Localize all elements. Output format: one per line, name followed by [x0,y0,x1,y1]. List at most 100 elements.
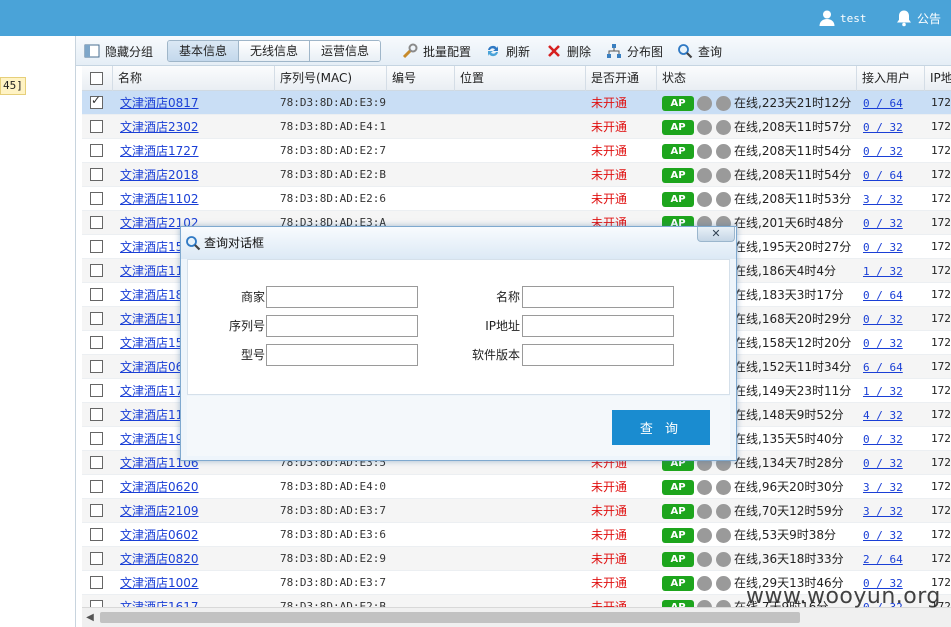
merchant-input[interactable] [266,286,418,308]
row-checkbox[interactable] [90,480,103,493]
tab-wireless-info[interactable]: 无线信息 [239,41,311,61]
table-row[interactable]: 文津酒店0602 78:D3:8D:AD:E3:64 未开通 AP 在线,53天9时38… [82,523,951,547]
row-checkbox[interactable] [90,528,103,541]
notice-button[interactable]: 公告 [895,0,941,36]
tab-basic-info[interactable]: 基本信息 [168,41,240,61]
header-number[interactable]: 编号 [387,66,455,91]
scroll-thumb[interactable] [100,612,800,623]
user-count-link[interactable]: 4 / 32 [863,409,903,422]
user-count-link[interactable]: 3 / 32 [863,481,903,494]
table-row[interactable]: 文津酒店2302 78:D3:8D:AD:E4:1C 未开通 AP 在线,208天11时… [82,115,951,139]
ip-input[interactable] [522,315,674,337]
user-count-link[interactable]: 1 / 32 [863,265,903,278]
table-row[interactable]: 文津酒店2018 78:D3:8D:AD:E2:BC 未开通 AP 在线,208天11时… [82,163,951,187]
header-name[interactable]: 名称 [113,66,275,91]
row-checkbox[interactable] [90,192,103,205]
row-checkbox[interactable] [90,144,103,157]
device-name-link[interactable]: 文津酒店1727 [120,144,199,158]
refresh-button[interactable]: 刷新 [485,41,530,61]
device-name-link[interactable]: 文津酒店1617 [120,600,199,607]
user-count-link[interactable]: 0 / 32 [863,529,903,542]
delete-button[interactable]: 删除 [546,41,591,61]
row-checkbox[interactable] [90,384,103,397]
header-location[interactable]: 位置 [455,66,586,91]
user-count-link[interactable]: 3 / 32 [863,193,903,206]
device-name-link[interactable]: 文津酒店11 [120,312,183,326]
user-count-link[interactable]: 1 / 32 [863,385,903,398]
device-name-link[interactable]: 文津酒店1102 [120,192,199,206]
device-name-link[interactable]: 文津酒店0620 [120,480,199,494]
row-checkbox[interactable] [90,288,103,301]
row-checkbox[interactable] [90,120,103,133]
model-input[interactable] [266,344,418,366]
user-count-link[interactable]: 0 / 32 [863,313,903,326]
row-checkbox[interactable] [90,504,103,517]
user-count-link[interactable]: 0 / 32 [863,337,903,350]
device-name-link[interactable]: 文津酒店18 [120,288,183,302]
header-users[interactable]: 接入用户 [857,66,925,91]
user-count-link[interactable]: 0 / 64 [863,97,903,110]
table-row[interactable]: 文津酒店0820 78:D3:8D:AD:E2:98 未开通 AP 在线,36天18时3… [82,547,951,571]
header-ip[interactable]: IP地 [925,66,951,91]
device-name-link[interactable]: 文津酒店0820 [120,552,199,566]
user-count-link[interactable]: 0 / 32 [863,145,903,158]
user-menu[interactable]: test [818,0,867,36]
user-count-link[interactable]: 0 / 32 [863,457,903,470]
row-checkbox[interactable] [90,600,103,607]
device-name-link[interactable]: 文津酒店2109 [120,504,199,518]
device-name-link[interactable]: 文津酒店1002 [120,576,199,590]
query-submit-button[interactable]: 查 询 [612,410,710,445]
user-count-link[interactable]: 0 / 64 [863,169,903,182]
device-name-link[interactable]: 文津酒店11 [120,264,183,278]
row-checkbox[interactable] [90,93,103,109]
select-all-checkbox[interactable] [90,72,103,85]
header-serial[interactable]: 序列号(MAC) [275,66,387,91]
device-name-link[interactable]: 文津酒店17 [120,384,183,398]
tree-node-selected[interactable]: 45] [0,77,26,95]
header-status[interactable]: 状态 [657,66,857,91]
hide-group-button[interactable]: 隐藏分组 [84,41,153,61]
device-name-link[interactable]: 文津酒店15 [120,336,183,350]
software-input[interactable] [522,344,674,366]
header-select-all[interactable] [82,66,113,91]
device-name-link[interactable]: 文津酒店11 [120,408,183,422]
table-row[interactable]: 文津酒店0817 78:D3:8D:AD:E3:98 未开通 AP 在线,223天21时… [82,91,951,115]
row-checkbox[interactable] [90,360,103,373]
row-checkbox[interactable] [90,336,103,349]
device-name-link[interactable]: 文津酒店06 [120,360,183,374]
scroll-left-arrow-icon[interactable]: ◀ [82,608,98,627]
device-name-link[interactable]: 文津酒店2018 [120,168,199,182]
tab-operation-info[interactable]: 运营信息 [310,41,381,61]
row-checkbox[interactable] [90,456,103,469]
distribution-map-button[interactable]: 分布图 [606,41,663,61]
row-checkbox[interactable] [90,216,103,229]
user-count-link[interactable]: 2 / 64 [863,553,903,566]
table-row[interactable]: 文津酒店1727 78:D3:8D:AD:E2:78 未开通 AP 在线,208天11时… [82,139,951,163]
dialog-close-button[interactable]: ✕ [697,227,735,242]
user-count-link[interactable]: 0 / 32 [863,433,903,446]
device-name-link[interactable]: 文津酒店0602 [120,528,199,542]
device-name-link[interactable]: 文津酒店19 [120,432,183,446]
row-checkbox[interactable] [90,576,103,589]
table-row[interactable]: 文津酒店2109 78:D3:8D:AD:E3:70 未开通 AP 在线,70天12时5… [82,499,951,523]
device-name-link[interactable]: 文津酒店0817 [120,96,199,110]
row-checkbox[interactable] [90,240,103,253]
name-input[interactable] [522,286,674,308]
query-button[interactable]: 查询 [677,41,722,61]
user-count-link[interactable]: 6 / 64 [863,361,903,374]
row-checkbox[interactable] [90,408,103,421]
user-count-link[interactable]: 0 / 64 [863,289,903,302]
device-name-link[interactable]: 文津酒店15 [120,240,183,254]
row-checkbox[interactable] [90,312,103,325]
user-count-link[interactable]: 0 / 32 [863,241,903,254]
table-row[interactable]: 文津酒店1102 78:D3:8D:AD:E2:6C 未开通 AP 在线,208天11时… [82,187,951,211]
batch-config-button[interactable]: 批量配置 [402,41,471,61]
row-checkbox[interactable] [90,552,103,565]
device-name-link[interactable]: 文津酒店2302 [120,120,199,134]
header-open[interactable]: 是否开通 [586,66,657,91]
row-checkbox[interactable] [90,264,103,277]
row-checkbox[interactable] [90,168,103,181]
row-checkbox[interactable] [90,432,103,445]
user-count-link[interactable]: 0 / 32 [863,121,903,134]
user-count-link[interactable]: 0 / 32 [863,217,903,230]
